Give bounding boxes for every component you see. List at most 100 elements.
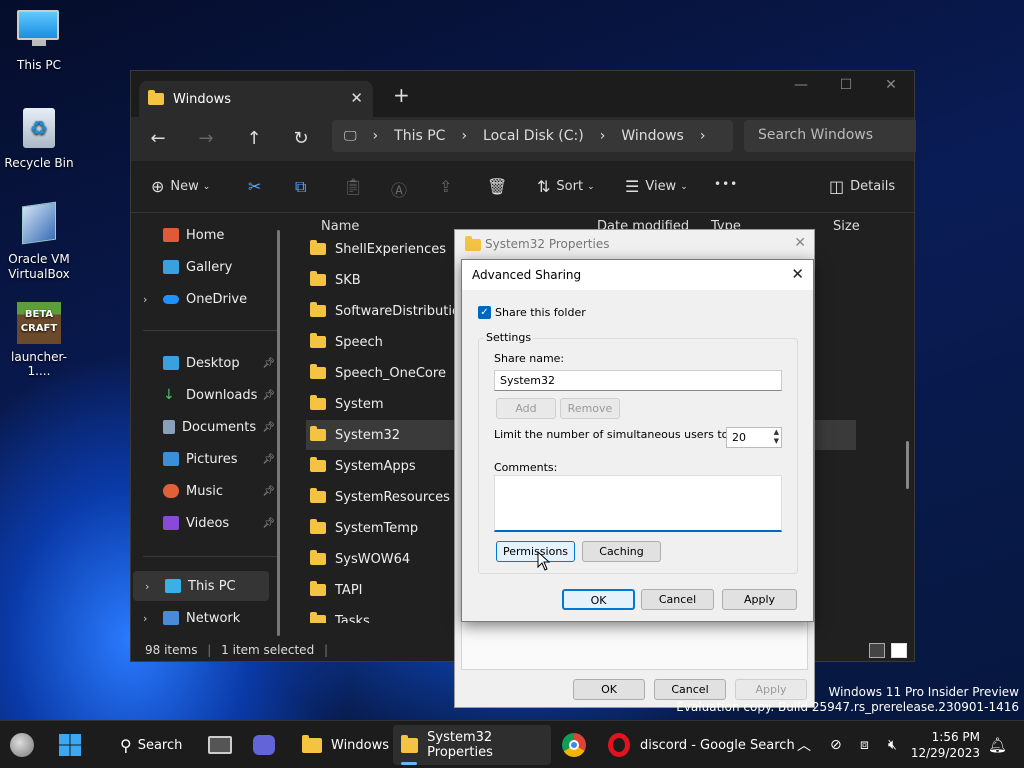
desktop-icon-this-pc[interactable]: This PC xyxy=(1,10,77,72)
minimize-button[interactable]: — xyxy=(786,77,816,101)
sidebar-item-home[interactable]: Home xyxy=(131,220,281,250)
taskbar-explorer-windows[interactable]: Windows xyxy=(294,725,397,765)
sidebar-item-gallery[interactable]: Gallery xyxy=(131,252,281,282)
task-view-icon[interactable] xyxy=(208,725,232,765)
close-icon[interactable]: ✕ xyxy=(791,265,804,283)
sidebar-item-label: OneDrive xyxy=(186,291,248,307)
address-bar[interactable]: 🖵 › This PC › Local Disk (C:) › Windows … xyxy=(332,120,733,152)
windows-logo-icon xyxy=(59,734,81,756)
desktop-icon-recycle-bin[interactable]: ♻ Recycle Bin xyxy=(1,108,77,170)
refresh-icon[interactable]: ↻ xyxy=(286,125,316,153)
notification-bell-icon[interactable]: 🔔︎ xyxy=(988,725,1007,765)
display-icon[interactable]: ⧈ xyxy=(860,725,869,765)
user-limit-value[interactable]: 20 xyxy=(732,431,746,444)
close-window-button[interactable]: ✕ xyxy=(876,77,906,101)
file-name: SystemResources xyxy=(335,489,450,505)
breadcrumb-local-disk[interactable]: Local Disk (C:) xyxy=(483,128,584,144)
close-icon[interactable]: ✕ xyxy=(794,235,806,251)
search-input[interactable]: Search Windows xyxy=(744,120,916,152)
back-arrow-icon[interactable]: ← xyxy=(143,125,173,153)
network-disconnected-icon[interactable]: ⊘ xyxy=(830,725,842,765)
caching-button[interactable]: Caching xyxy=(582,541,661,562)
taskbar-system32-properties[interactable]: System32 Properties xyxy=(393,725,551,765)
new-tab-button[interactable]: + xyxy=(393,83,410,107)
details-pane-icon: ◫ xyxy=(829,177,845,196)
desktop-icon-virtualbox[interactable]: Oracle VM VirtualBox xyxy=(1,201,77,282)
divider xyxy=(143,330,278,331)
breadcrumb-chevron-icon[interactable]: › xyxy=(700,128,706,144)
view-button[interactable]: ☰ View ⌄ xyxy=(625,177,688,196)
tab-windows[interactable]: Windows ✕ xyxy=(139,81,373,117)
ok-button[interactable]: OK xyxy=(562,589,635,610)
copy-icon[interactable]: ⧉ xyxy=(295,177,312,197)
desktop-icon-launcher[interactable]: BETA CRAFT launcher-1.... xyxy=(1,302,77,378)
share-name-input[interactable]: System32 xyxy=(494,370,782,391)
file-name: SystemTemp xyxy=(335,520,419,536)
delete-icon[interactable]: 🗑︎ xyxy=(487,177,513,196)
pin-icon: 📌︎ xyxy=(262,357,275,369)
chrome-icon[interactable] xyxy=(562,725,586,765)
show-hidden-icons-chevron-up-icon[interactable]: ︿ xyxy=(797,725,811,765)
desktop-icon-label: Recycle Bin xyxy=(4,156,74,170)
sidebar-item-this-pc[interactable]: › This PC xyxy=(133,571,269,601)
item-count: 98 items xyxy=(145,643,198,657)
close-tab-icon[interactable]: ✕ xyxy=(350,89,363,107)
chevron-right-icon[interactable]: › xyxy=(143,612,147,625)
apply-button[interactable]: Apply xyxy=(722,589,797,610)
sidebar-item-pictures[interactable]: Pictures 📌︎ xyxy=(131,444,281,474)
column-header-name[interactable]: Name xyxy=(321,219,359,234)
comments-textarea[interactable] xyxy=(494,475,782,532)
paste-icon[interactable]: 📋︎ xyxy=(343,177,369,196)
column-header-size[interactable]: Size xyxy=(833,219,860,234)
sidebar-item-downloads[interactable]: ↓ Downloads 📌︎ xyxy=(131,380,281,410)
folder-icon xyxy=(310,519,326,534)
forward-arrow-icon[interactable]: → xyxy=(191,125,221,153)
details-button[interactable]: ◫ Details xyxy=(829,177,895,196)
user-limit-stepper[interactable]: 20 ▲ ▼ xyxy=(726,427,782,448)
sidebar-scrollbar[interactable] xyxy=(277,230,280,636)
pictures-icon xyxy=(163,452,179,466)
tiles-view-icon[interactable] xyxy=(891,643,907,658)
sidebar-item-documents[interactable]: Documents 📌︎ xyxy=(131,412,281,442)
taskbar-search[interactable]: ⚲ Search xyxy=(112,725,190,765)
up-arrow-icon[interactable]: ↑ xyxy=(239,125,269,153)
chevron-right-icon[interactable]: › xyxy=(143,293,147,306)
remove-button[interactable]: Remove xyxy=(560,398,620,419)
chat-icon[interactable] xyxy=(253,725,275,765)
breadcrumb-windows[interactable]: Windows xyxy=(621,128,684,144)
tab-label: Windows xyxy=(173,91,232,107)
chevron-right-icon[interactable]: › xyxy=(145,580,149,593)
rename-icon[interactable]: Ⓐ xyxy=(391,177,413,201)
ok-button[interactable]: OK xyxy=(573,679,645,700)
sidebar-item-music[interactable]: Music 📌︎ xyxy=(131,476,281,506)
file-list-scrollbar[interactable] xyxy=(906,441,909,489)
spin-arrows-icon[interactable]: ▲ ▼ xyxy=(774,428,779,446)
sidebar-item-videos[interactable]: Videos 📌︎ xyxy=(131,508,281,538)
start-button[interactable] xyxy=(58,725,82,765)
settings-label: Settings xyxy=(484,331,534,344)
widgets-icon[interactable] xyxy=(10,725,34,765)
permissions-button[interactable]: Permissions xyxy=(496,541,575,562)
cancel-button[interactable]: Cancel xyxy=(641,589,714,610)
breadcrumb-this-pc[interactable]: This PC xyxy=(394,128,445,144)
sidebar-item-network[interactable]: › Network xyxy=(131,603,281,633)
recycle-bin-icon: ♻ xyxy=(17,108,61,152)
taskbar-opera-discord[interactable]: discord - Google Search xyxy=(602,725,801,765)
maximize-button[interactable]: ☐ xyxy=(831,77,861,101)
clock[interactable]: 1:56 PM 12/29/2023 xyxy=(911,725,980,765)
sidebar-item-onedrive[interactable]: › OneDrive xyxy=(131,284,281,314)
more-options-button[interactable]: ••• xyxy=(714,177,738,191)
details-view-icon[interactable] xyxy=(869,643,885,658)
volume-muted-icon[interactable]: 🔇︎ xyxy=(888,725,897,765)
checkbox-checked-icon[interactable]: ✓ xyxy=(478,306,491,319)
pin-icon: 📌︎ xyxy=(262,517,275,529)
share-folder-option[interactable]: ✓ Share this folder xyxy=(478,306,586,319)
sidebar-item-desktop[interactable]: Desktop 📌︎ xyxy=(131,348,281,378)
cut-icon[interactable]: ✂ xyxy=(248,177,267,196)
add-button[interactable]: Add xyxy=(496,398,556,419)
new-button[interactable]: ⊕ New ⌄ xyxy=(151,177,210,196)
sort-button[interactable]: ⇅ Sort ⌄ xyxy=(537,177,595,196)
share-icon[interactable]: ⇪ xyxy=(439,177,458,196)
new-label: New xyxy=(170,179,199,194)
watermark-line2: Evaluation copy. Build 25947.rs_prerelea… xyxy=(676,700,1019,714)
